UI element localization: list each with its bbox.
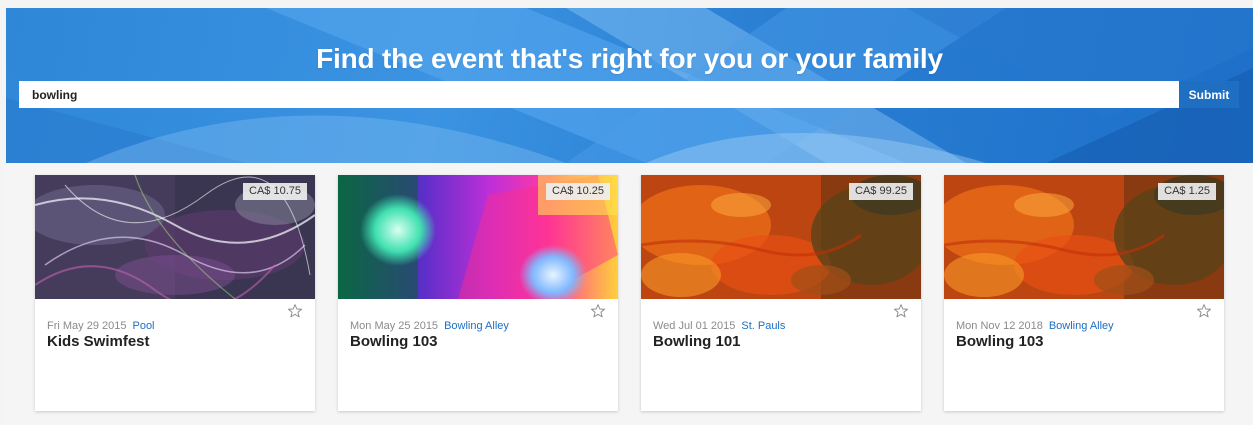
price-badge: CA$ 10.75 bbox=[243, 183, 307, 200]
event-image[interactable]: CA$ 1.25 bbox=[944, 175, 1224, 299]
event-date: Mon May 25 2015 bbox=[350, 320, 439, 332]
event-date: Fri May 29 2015 bbox=[47, 320, 127, 332]
event-date: Mon Nov 12 2018 bbox=[956, 320, 1043, 332]
event-venue-link[interactable]: Bowling Alley bbox=[444, 320, 509, 332]
event-image[interactable]: CA$ 10.75 bbox=[35, 175, 315, 299]
star-outline-icon[interactable] bbox=[287, 303, 303, 319]
event-meta: Mon Nov 12 2018 Bowling Alley bbox=[956, 320, 1114, 332]
submit-button[interactable]: Submit bbox=[1179, 81, 1239, 108]
star-outline-icon[interactable] bbox=[1196, 303, 1212, 319]
event-title[interactable]: Bowling 103 bbox=[956, 333, 1044, 350]
price-badge: CA$ 10.25 bbox=[546, 183, 610, 200]
price-badge: CA$ 1.25 bbox=[1158, 183, 1216, 200]
hero-title: Find the event that's right for you or y… bbox=[316, 43, 943, 74]
event-card[interactable]: CA$ 10.25 Mon May 25 2015 Bowling Alley B… bbox=[338, 175, 618, 411]
event-venue-link[interactable]: Pool bbox=[132, 320, 154, 332]
event-meta: Mon May 25 2015 Bowling Alley bbox=[350, 320, 509, 332]
star-outline-icon[interactable] bbox=[590, 303, 606, 319]
event-card[interactable]: CA$ 99.25 Wed Jul 01 2015 St. Pauls Bowli… bbox=[641, 175, 921, 411]
event-title[interactable]: Kids Swimfest bbox=[47, 333, 150, 350]
event-meta: Wed Jul 01 2015 St. Pauls bbox=[653, 320, 785, 332]
event-image[interactable]: CA$ 10.25 bbox=[338, 175, 618, 299]
search-input[interactable] bbox=[19, 81, 1179, 108]
event-venue-link[interactable]: Bowling Alley bbox=[1049, 320, 1114, 332]
event-title[interactable]: Bowling 103 bbox=[350, 333, 438, 350]
event-title[interactable]: Bowling 101 bbox=[653, 333, 741, 350]
star-outline-icon[interactable] bbox=[893, 303, 909, 319]
event-card[interactable]: CA$ 1.25 Mon Nov 12 2018 Bowling Alley Bo… bbox=[944, 175, 1224, 411]
hero-banner: Find the event that's right for you or y… bbox=[6, 8, 1253, 163]
event-meta: Fri May 29 2015 Pool bbox=[47, 320, 155, 332]
page: Find the event that's right for you or y… bbox=[6, 8, 1253, 425]
event-date: Wed Jul 01 2015 bbox=[653, 320, 736, 332]
event-venue-link[interactable]: St. Pauls bbox=[741, 320, 785, 332]
price-badge: CA$ 99.25 bbox=[849, 183, 913, 200]
event-card[interactable]: CA$ 10.75 Fri May 29 2015 Pool Kids Swimf… bbox=[35, 175, 315, 411]
event-image[interactable]: CA$ 99.25 bbox=[641, 175, 921, 299]
